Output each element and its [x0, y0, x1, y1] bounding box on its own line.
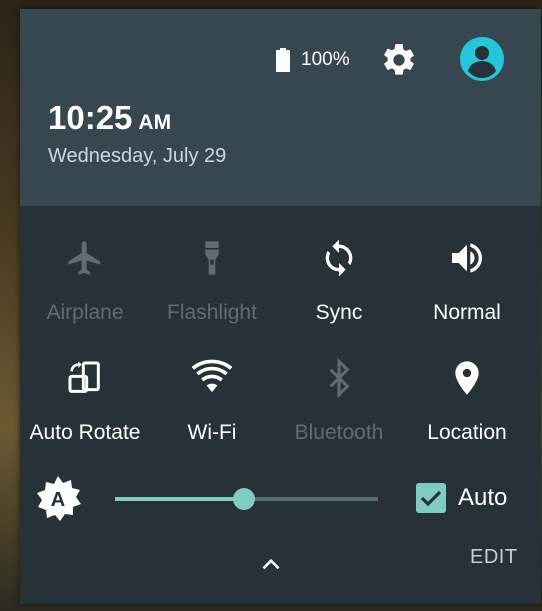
tile-label: Bluetooth [294, 421, 384, 444]
tile-label: Location [427, 421, 507, 444]
tile-label: Sync [315, 301, 363, 324]
settings-gear-icon[interactable] [380, 41, 418, 79]
auto-brightness-icon: A [37, 476, 81, 521]
clock-time: 10:25 AM [48, 99, 171, 142]
auto-rotate-icon [68, 361, 100, 393]
brightness-slider[interactable] [115, 488, 378, 510]
quick-settings-panel: 100% 10:25 AM Wednesday, July 29 Airplane… [20, 9, 541, 604]
notification-header: 100% 10:25 AM Wednesday, July 29 [20, 9, 541, 206]
bluetooth-icon [329, 358, 350, 398]
battery-icon [276, 48, 290, 72]
tile-label: Auto Rotate [29, 421, 141, 444]
tile-auto-rotate[interactable]: Auto Rotate [20, 358, 150, 446]
wifi-icon [192, 359, 232, 393]
tile-label: Normal [433, 301, 501, 324]
tile-label: Wi-Fi [187, 421, 237, 444]
brightness-slider-fill [115, 497, 244, 501]
tile-sound-mode[interactable]: Normal [402, 238, 532, 326]
tile-location[interactable]: Location [402, 358, 532, 446]
svg-text:A: A [51, 489, 65, 511]
user-avatar-icon[interactable] [460, 37, 504, 81]
tile-bluetooth[interactable]: Bluetooth [274, 358, 404, 446]
date-text: Wednesday, July 29 [48, 145, 227, 167]
tile-label: Flashlight [167, 301, 257, 324]
location-icon [455, 361, 479, 395]
clock-ampm: AM [138, 111, 172, 134]
battery-percentage: 100% [301, 49, 350, 70]
auto-brightness-label[interactable]: Auto [458, 483, 507, 513]
chevron-up-icon[interactable] [258, 551, 284, 577]
tile-airplane[interactable]: Airplane [20, 238, 150, 326]
tile-label: Airplane [46, 301, 124, 324]
edit-button[interactable]: EDIT [470, 544, 518, 570]
brightness-slider-thumb[interactable] [233, 488, 255, 510]
auto-brightness-checkbox[interactable] [416, 483, 446, 513]
airplane-icon [68, 241, 100, 275]
volume-icon [452, 243, 482, 273]
tile-flashlight[interactable]: Flashlight [147, 238, 277, 326]
flashlight-icon [205, 241, 219, 275]
tile-wifi[interactable]: Wi-Fi [147, 358, 277, 446]
clock-hours-minutes: 10:25 [48, 99, 133, 136]
sync-icon [325, 239, 353, 277]
tile-sync[interactable]: Sync [274, 238, 404, 326]
